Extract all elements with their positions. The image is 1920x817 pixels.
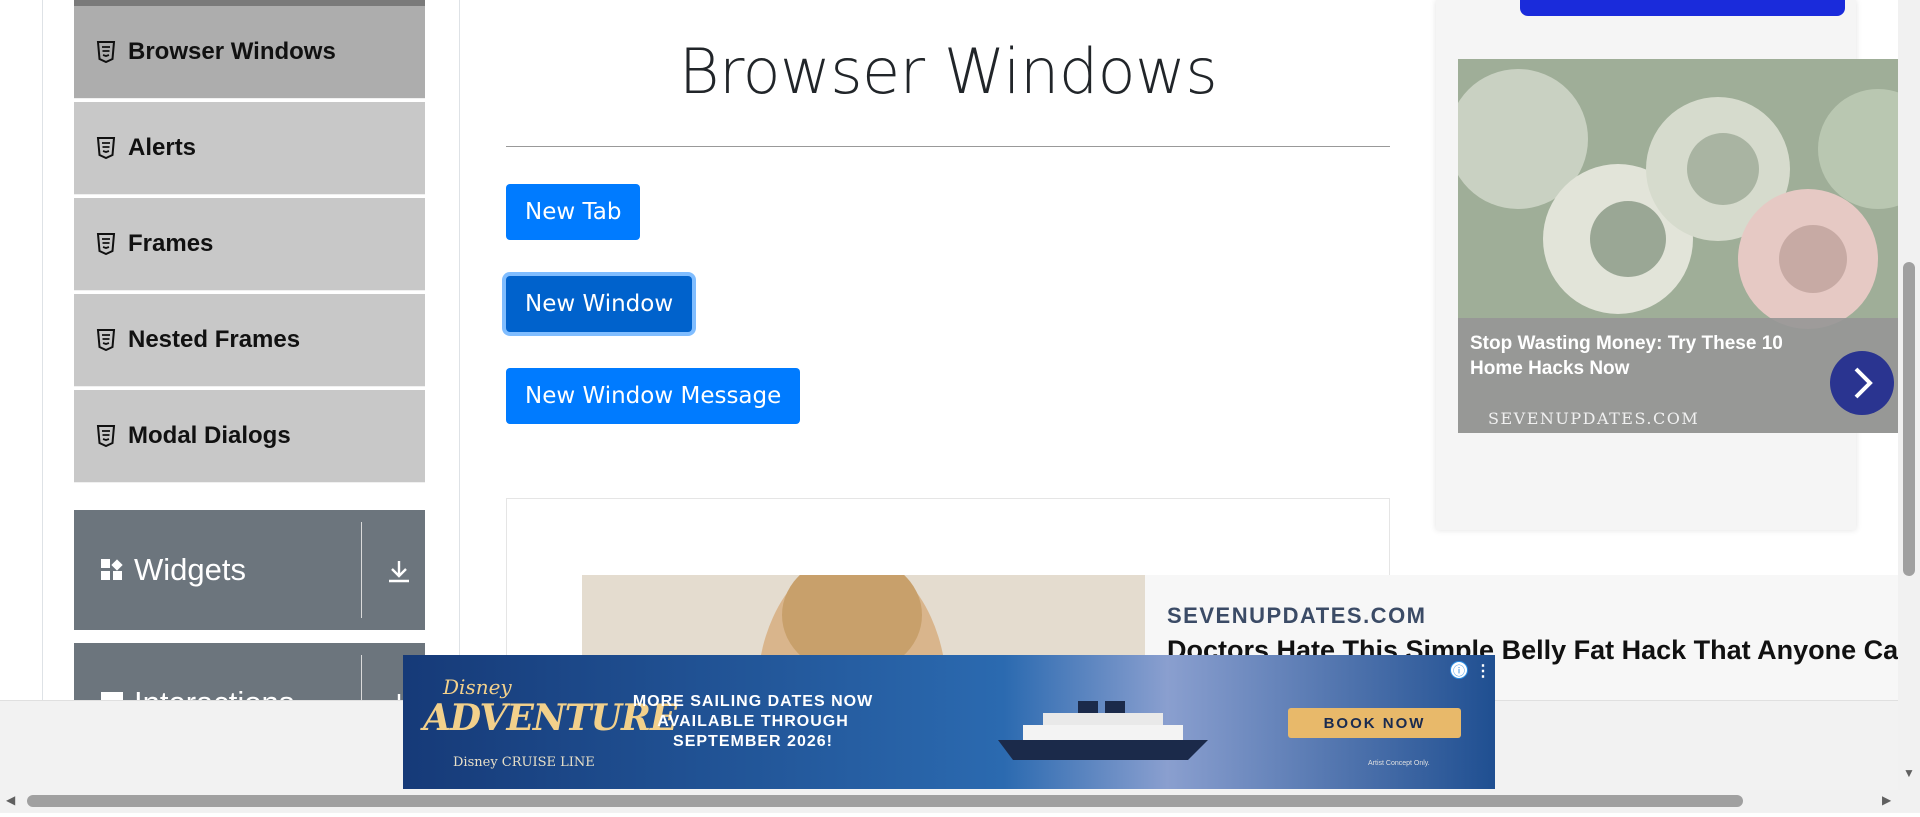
new-window-message-button[interactable]: New Window Message: [506, 368, 801, 424]
download-arrow-icon[interactable]: [386, 558, 412, 584]
horizontal-scroll-thumb[interactable]: [27, 795, 1743, 807]
ad-menu-icon[interactable]: ⋮: [1475, 661, 1491, 681]
scroll-right-icon[interactable]: ▶: [1882, 793, 1891, 807]
html5-icon: [96, 425, 116, 447]
sidebar-item-nested-frames[interactable]: Nested Frames: [74, 294, 425, 387]
sidebar-item-alerts[interactable]: Alerts: [74, 102, 425, 195]
content-divider: [459, 0, 460, 700]
right-ad-source: SEVENUPDATES.COM: [1488, 409, 1700, 428]
html5-icon: [96, 137, 116, 159]
scroll-left-icon[interactable]: ◀: [6, 793, 15, 807]
banner-brand-line3: Disney CRUISE LINE: [453, 755, 595, 770]
banner-message: MORE SAILING DATES NOW AVAILABLE THROUGH…: [632, 693, 874, 750]
sidebar-item-frames[interactable]: Frames: [74, 198, 425, 291]
html5-icon: [96, 329, 116, 351]
sidebar-item-label: Browser Windows: [128, 38, 336, 65]
book-now-button[interactable]: BOOK NOW: [1288, 708, 1461, 738]
left-border: [42, 0, 43, 700]
sidebar-item-label: Alerts: [128, 134, 197, 161]
ad-info-icon[interactable]: ⓘ: [1450, 661, 1468, 679]
html5-icon: [96, 41, 116, 63]
group-header-widgets[interactable]: Widgets: [74, 510, 425, 630]
widgets-grid-icon: [101, 559, 123, 580]
cruise-ship-image: [998, 701, 1208, 760]
new-window-button[interactable]: New Window: [506, 276, 693, 332]
title-divider: [506, 146, 1390, 147]
group-header-divider: [361, 522, 362, 618]
right-ad-top-button[interactable]: [1520, 0, 1845, 16]
html5-icon: [96, 233, 116, 255]
chevron-right-icon: [1854, 367, 1873, 399]
sidebar-item-label: Nested Frames: [128, 326, 301, 353]
vertical-scroll-thumb[interactable]: [1903, 262, 1915, 576]
banner-fine-print: Artist Concept Only.: [1368, 760, 1430, 767]
horizontal-scrollbar[interactable]: ◀ ▶: [0, 790, 1920, 812]
page-title: Browser Windows: [678, 35, 1218, 108]
right-ad-next-button[interactable]: [1830, 351, 1894, 415]
bottom-ad-source: SEVENUPDATES.COM: [1167, 603, 1427, 628]
banner-brand-line1: Disney: [443, 675, 512, 699]
new-tab-button[interactable]: New Tab: [506, 184, 641, 240]
scroll-down-icon[interactable]: ▼: [1903, 766, 1915, 780]
vertical-scrollbar[interactable]: ▼: [1898, 0, 1920, 790]
sidebar-item-label: Modal Dialogs: [128, 422, 291, 449]
right-ad-title[interactable]: Stop Wasting Money: Try These 10 Home Ha…: [1470, 331, 1830, 381]
sidebar-item-modal-dialogs[interactable]: Modal Dialogs: [74, 390, 425, 483]
banner-ad[interactable]: Disney ADVENTURE Disney CRUISE LINE MORE…: [403, 655, 1495, 789]
sidebar-item-label: Frames: [128, 230, 214, 257]
sidebar-item-browser-windows[interactable]: Browser Windows: [74, 6, 425, 99]
group-header-label: Widgets: [134, 552, 246, 587]
